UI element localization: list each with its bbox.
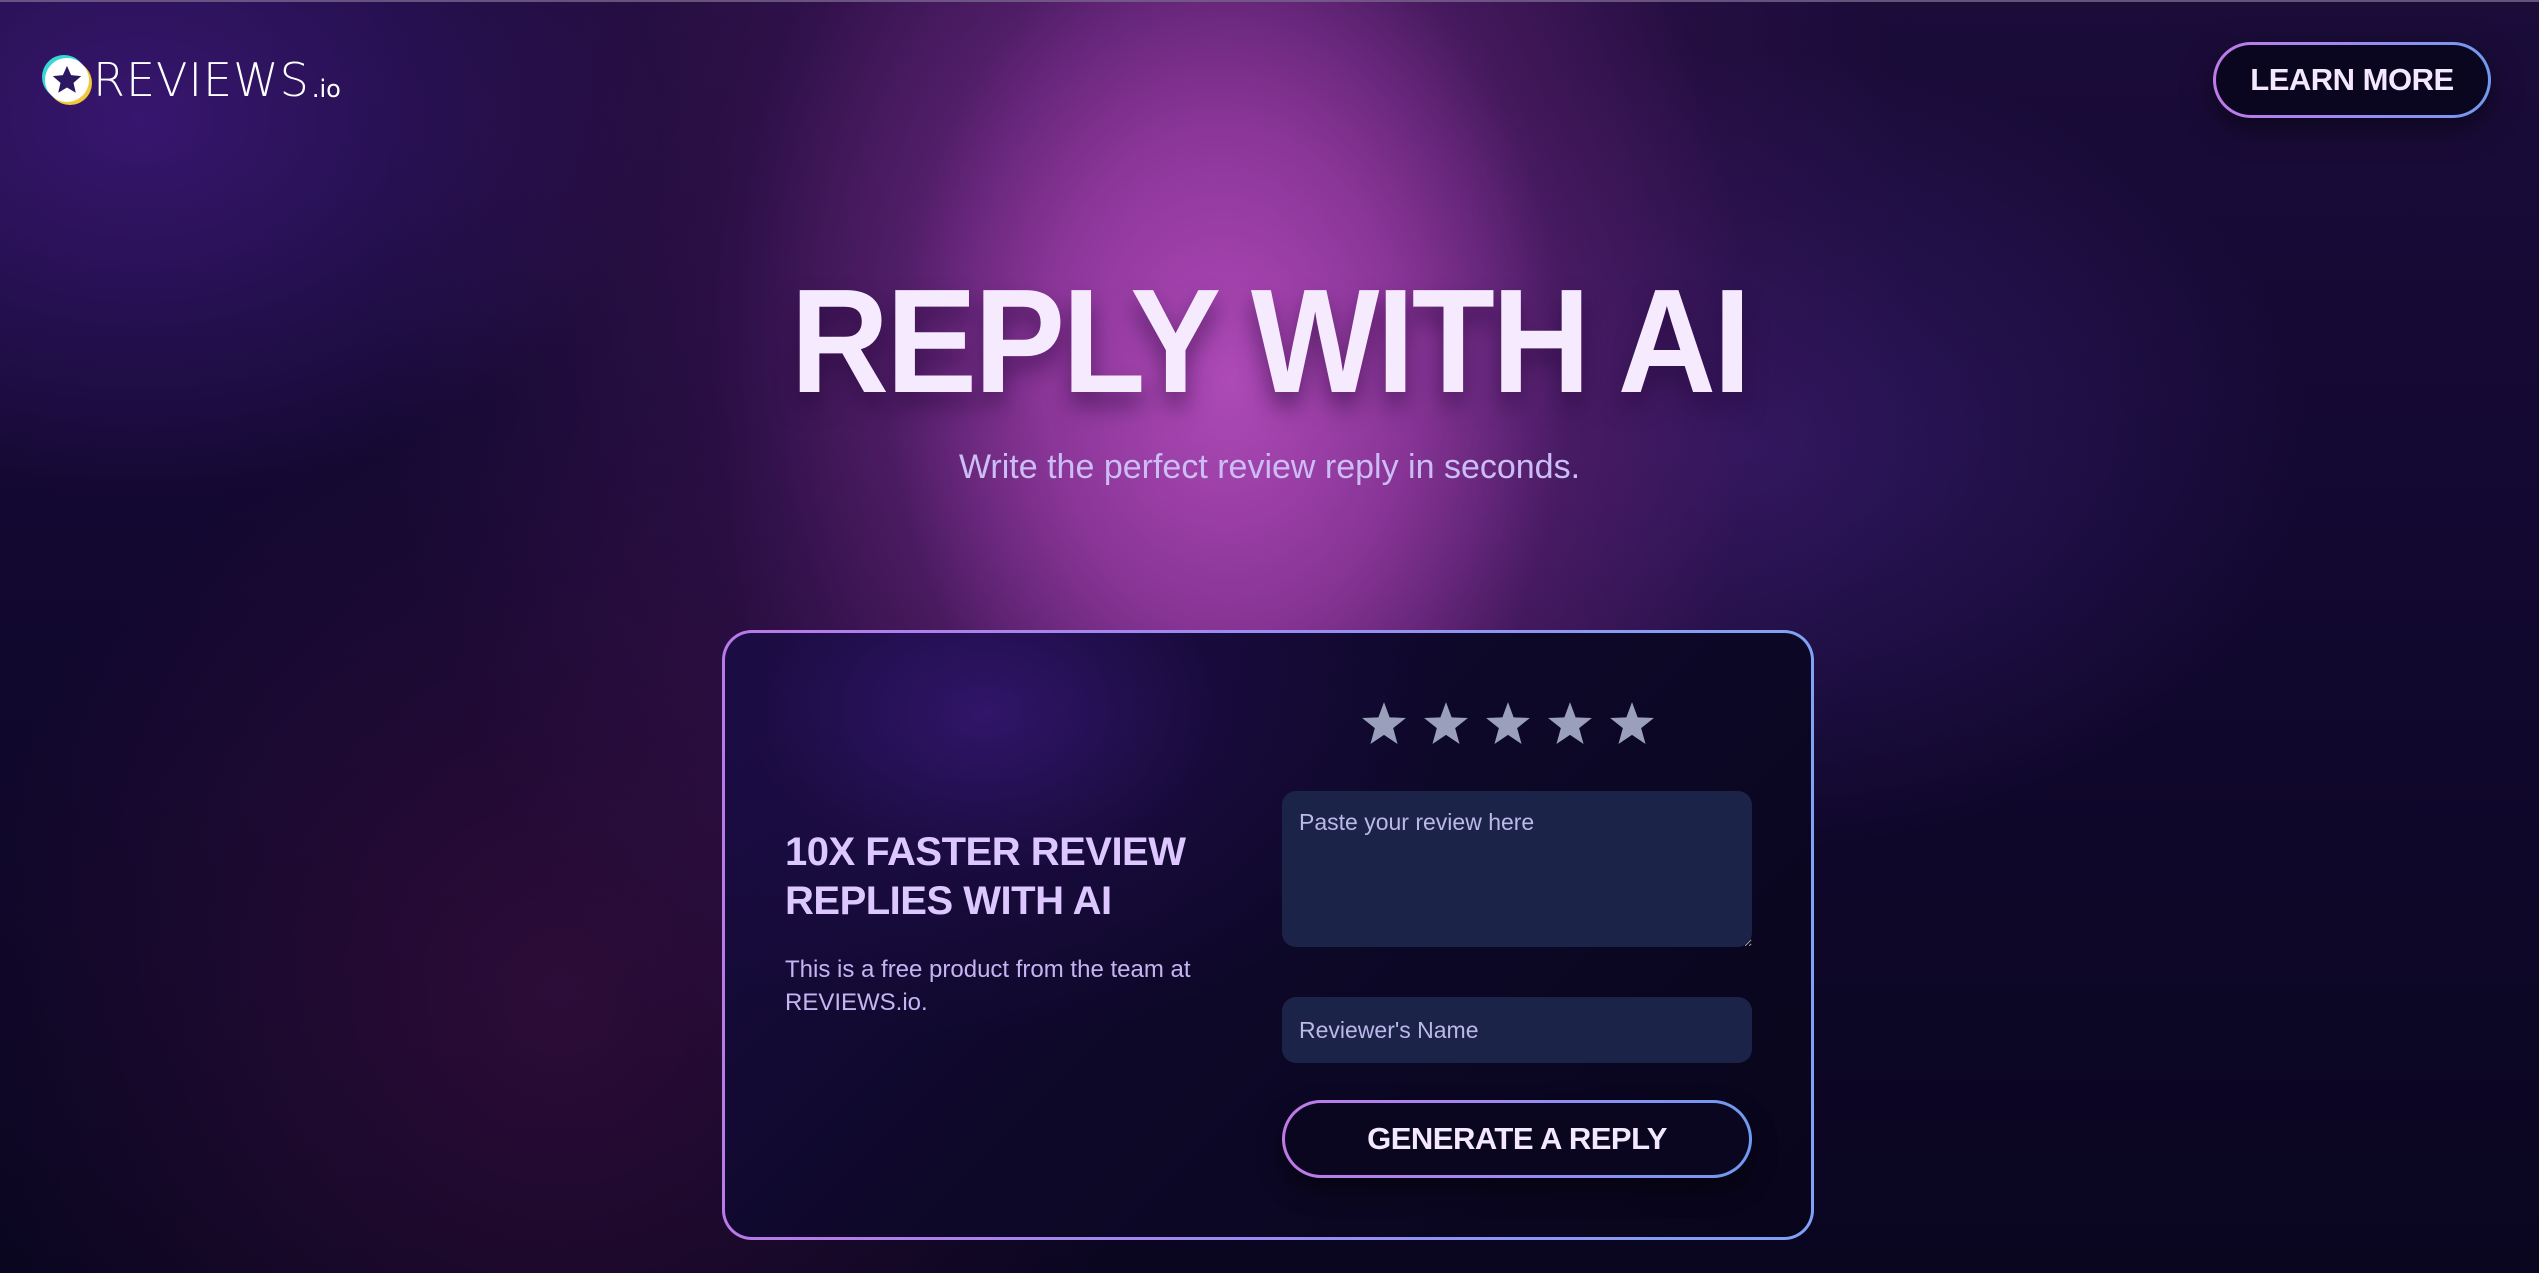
hero-title: REPLY WITH AI bbox=[790, 259, 1751, 424]
reply-generator-card: 10X FASTER REVIEW REPLIES WITH AI This i… bbox=[722, 630, 1814, 1240]
reviewer-name-input[interactable] bbox=[1282, 997, 1752, 1063]
page: REVIEWS .io LEARN MORE REPLY WITH AI Wri… bbox=[0, 0, 2539, 1273]
learn-more-label: LEARN MORE bbox=[2216, 45, 2488, 115]
star-icon[interactable] bbox=[1483, 699, 1533, 749]
brand-logo[interactable]: REVIEWS .io bbox=[45, 55, 341, 105]
star-icon[interactable] bbox=[1421, 699, 1471, 749]
star-rating bbox=[1359, 699, 1657, 749]
star-badge-icon bbox=[45, 58, 89, 102]
star-icon[interactable] bbox=[1545, 699, 1595, 749]
generate-reply-label: GENERATE A REPLY bbox=[1285, 1103, 1749, 1175]
card-description: This is a free product from the team at … bbox=[785, 956, 1191, 1016]
hero-subtitle: Write the perfect review reply in second… bbox=[958, 448, 1581, 486]
brand-name: REVIEWS bbox=[93, 53, 310, 107]
brand-suffix: .io bbox=[311, 75, 341, 103]
card-heading: 10X FASTER REVIEW REPLIES WITH AI bbox=[785, 830, 1186, 923]
top-border bbox=[0, 0, 2539, 2]
learn-more-button[interactable]: LEARN MORE bbox=[2213, 42, 2491, 118]
star-icon[interactable] bbox=[1359, 699, 1409, 749]
star-icon[interactable] bbox=[1607, 699, 1657, 749]
review-textarea[interactable] bbox=[1282, 791, 1752, 947]
card-body: 10X FASTER REVIEW REPLIES WITH AI This i… bbox=[725, 633, 1811, 1237]
generate-reply-button[interactable]: GENERATE A REPLY bbox=[1282, 1100, 1752, 1178]
